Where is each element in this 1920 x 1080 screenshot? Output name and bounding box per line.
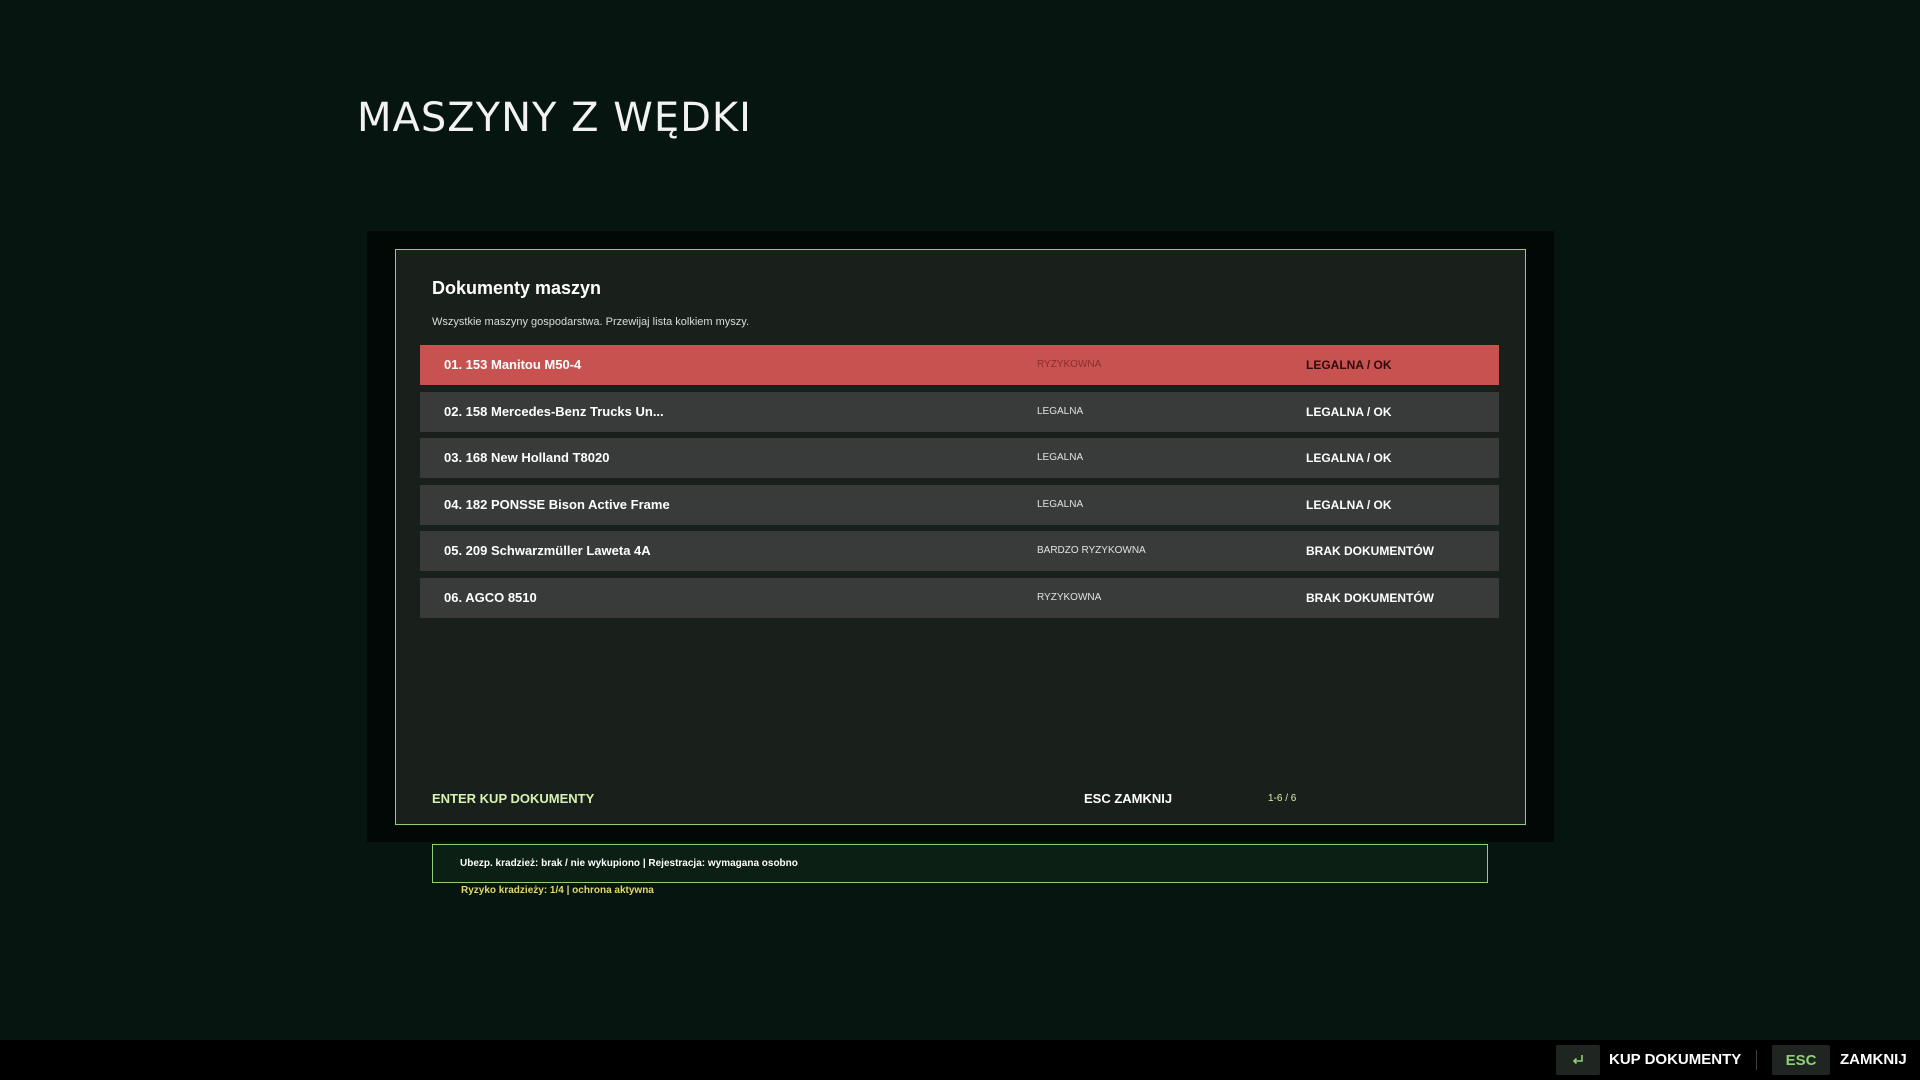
panel-title: Dokumenty maszyn [432, 278, 602, 298]
machine-status: LEGALNA / OK [1306, 358, 1392, 372]
machine-status: LEGALNA / OK [1306, 451, 1392, 465]
machine-name: 03. 168 New Holland T8020 [444, 450, 610, 465]
esc-key-button[interactable]: ESC [1772, 1045, 1830, 1075]
buy-documents-hint[interactable]: ENTER KUP DOKUMENTY [432, 791, 594, 806]
machine-name: 01. 153 Manitou M50-4 [444, 357, 582, 372]
close-hint[interactable]: ESC ZAMKNIJ [1084, 791, 1172, 806]
machine-name: 04. 182 PONSSE Bison Active Frame [444, 496, 670, 512]
enter-key-icon [1570, 1052, 1586, 1068]
machine-status: BRAK DOKUMENTÓW [1306, 544, 1434, 558]
machine-status: LEGALNA / OK [1306, 404, 1392, 419]
machine-row[interactable]: 03. 168 New Holland T8020 LEGALNA LEGALN… [420, 438, 1499, 478]
machine-risk: RYZYKOWNA [1037, 591, 1102, 603]
page-counter: 1-6 / 6 [1268, 793, 1297, 804]
machine-row[interactable]: 01. 153 Manitou M50-4 RYZYKOWNA LEGALNA … [420, 345, 1499, 385]
machine-name: 06. AGCO 8510 [444, 589, 537, 605]
theft-risk-info: Ryzyko kradzieży: 1/4 | ochrona aktywna [461, 885, 654, 896]
machine-row[interactable]: 05. 209 Schwarzmüller Laweta 4A BARDZO R… [420, 531, 1499, 571]
documents-panel: Dokumenty maszyn Wszystkie maszyny gospo… [395, 249, 1526, 825]
machine-name: 05. 209 Schwarzmüller Laweta 4A [444, 543, 651, 558]
machine-row[interactable]: 04. 182 PONSSE Bison Active Frame LEGALN… [420, 484, 1499, 525]
bottom-hint-bar: KUP DOKUMENTY ESC ZAMKNIJ [0, 1040, 1920, 1080]
machine-risk: LEGALNA [1037, 405, 1084, 417]
machine-list[interactable]: 01. 153 Manitou M50-4 RYZYKOWNA LEGALNA … [420, 345, 1499, 624]
machine-risk: LEGALNA [1037, 498, 1084, 510]
info-box: Ubezp. kradzież: brak / nie wykupiono | … [432, 844, 1488, 883]
machine-status: BRAK DOKUMENTÓW [1306, 590, 1434, 605]
page-title: MASZYNY Z WĘDKI [357, 95, 752, 141]
insurance-info: Ubezp. kradzież: brak / nie wykupiono | … [460, 858, 798, 869]
machine-name: 02. 158 Mercedes-Benz Trucks Un... [444, 403, 664, 419]
buy-documents-button[interactable]: KUP DOKUMENTY [1609, 1051, 1741, 1068]
hint-divider [1756, 1050, 1757, 1070]
machine-risk: RYZYKOWNA [1037, 359, 1102, 370]
machine-risk: BARDZO RYZYKOWNA [1037, 545, 1146, 556]
enter-key-button[interactable] [1556, 1045, 1600, 1075]
machine-risk: LEGALNA [1037, 452, 1084, 463]
close-button[interactable]: ZAMKNIJ [1840, 1051, 1907, 1068]
machine-row[interactable]: 06. AGCO 8510 RYZYKOWNA BRAK DOKUMENTÓW [420, 577, 1499, 618]
machine-row[interactable]: 02. 158 Mercedes-Benz Trucks Un... LEGAL… [420, 391, 1499, 432]
machine-status: LEGALNA / OK [1306, 497, 1392, 512]
panel-header: Dokumenty maszyn Wszystkie maszyny gospo… [432, 278, 749, 328]
panel-subtitle: Wszystkie maszyny gospodarstwa. Przewija… [432, 316, 750, 328]
